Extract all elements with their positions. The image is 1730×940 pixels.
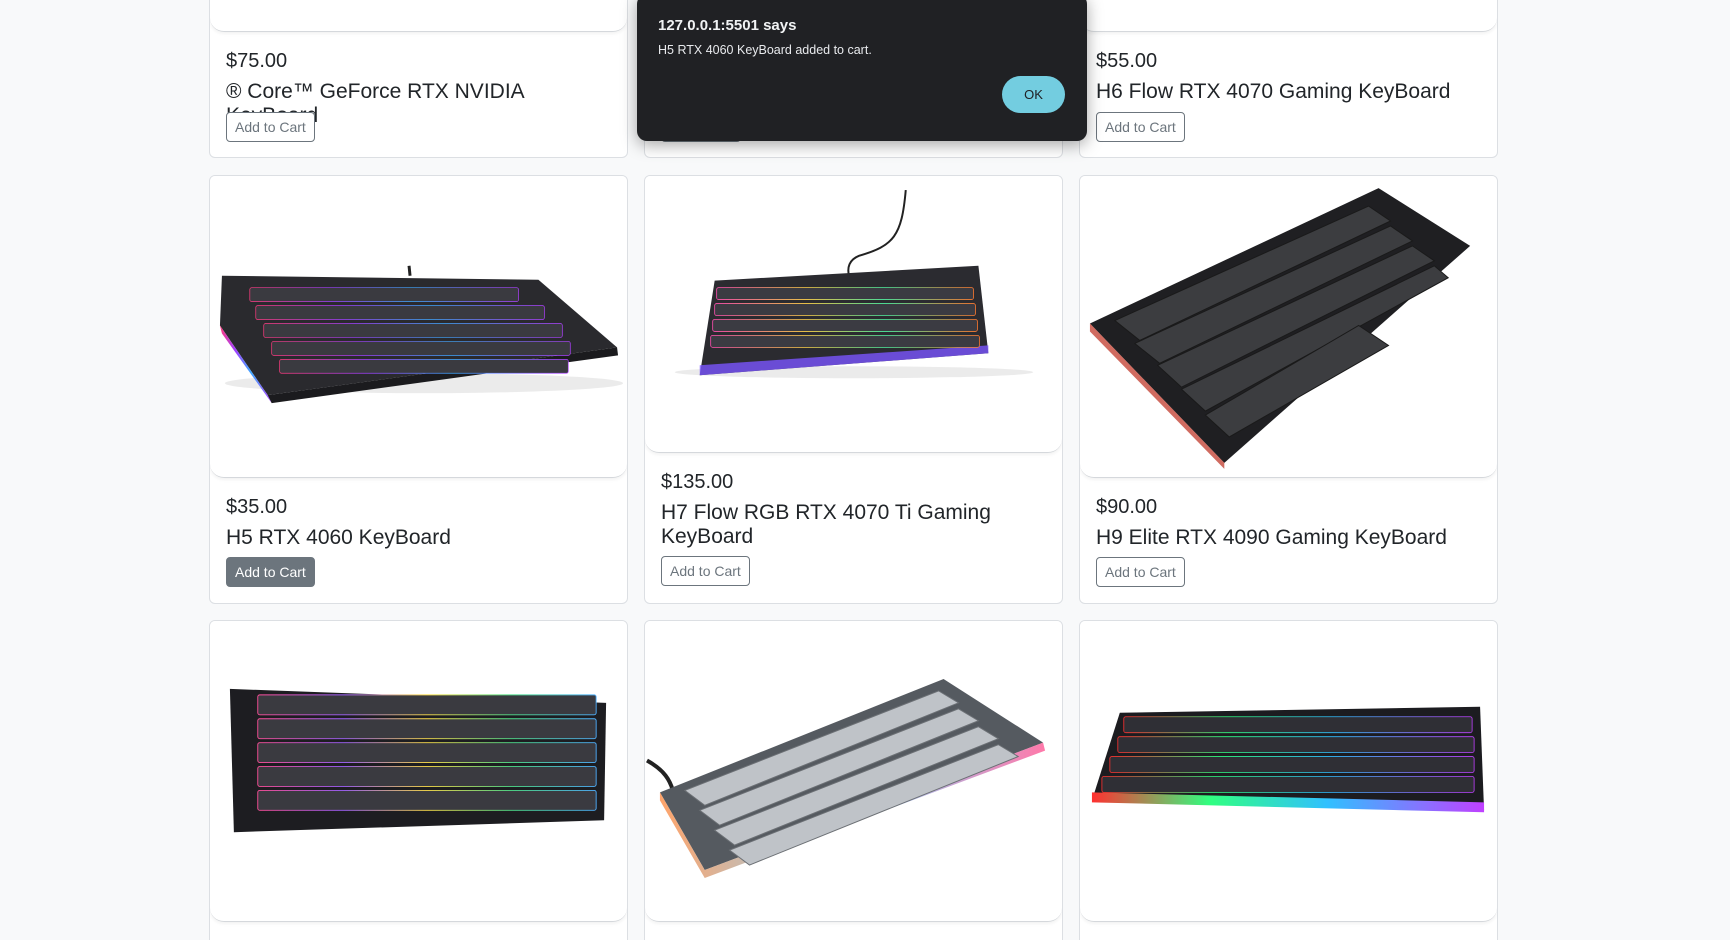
product-card (209, 620, 628, 940)
add-to-cart-button[interactable]: Add to Cart (226, 112, 315, 142)
product-page: $75.00 ® Core™ GeForce RTX NVIDIA KeyBoa… (0, 0, 1730, 940)
add-to-cart-button[interactable]: Add to Cart (226, 557, 315, 587)
add-to-cart-button[interactable]: Add to Cart (1096, 112, 1185, 142)
keyboard-60-percent-rgb-image (229, 688, 607, 833)
product-name: H5 RTX 4060 KeyBoard (226, 526, 451, 549)
alert-dialog: 127.0.0.1:5501 says H5 RTX 4060 KeyBoard… (637, 0, 1087, 141)
product-card (1079, 620, 1498, 940)
add-to-cart-button[interactable]: Add to Cart (661, 556, 750, 586)
add-to-cart-button[interactable]: Add to Cart (1096, 557, 1185, 587)
product-image[interactable] (1080, 621, 1497, 922)
product-name: H9 Elite RTX 4090 Gaming KeyBoard (1096, 526, 1447, 549)
product-card: $55.00 H6 Flow RTX 4070 Gaming KeyBoard … (1079, 0, 1498, 158)
product-price: $90.00 (1096, 496, 1158, 518)
keyboard-compact-gray-image (646, 678, 1046, 878)
product-name: H7 Flow RGB RTX 4070 Ti Gaming KeyBoard (661, 501, 991, 548)
product-price: $55.00 (1096, 50, 1158, 72)
product-price: $35.00 (226, 496, 288, 518)
keyboard-full-size-rgb-image (219, 265, 624, 404)
product-price: $135.00 (661, 471, 734, 493)
product-image[interactable] (645, 176, 1062, 453)
ok-button[interactable]: OK (1002, 76, 1065, 113)
product-price: $75.00 (226, 50, 288, 72)
dialog-message: H5 RTX 4060 KeyBoard added to cart. (658, 43, 872, 57)
product-card: $35.00 H5 RTX 4060 KeyBoard Add to Cart (209, 175, 628, 604)
product-card: $135.00 H7 Flow RGB RTX 4070 Ti Gaming K… (644, 175, 1063, 604)
keyboard-tkl-rgb-cable-image (674, 190, 1034, 379)
dialog-title: 127.0.0.1:5501 says (658, 17, 797, 34)
product-card: $90.00 H9 Elite RTX 4090 Gaming KeyBoard… (1079, 175, 1498, 604)
product-image[interactable] (210, 621, 627, 922)
product-image (1080, 0, 1497, 32)
keyboard-60-percent-image (1089, 188, 1471, 469)
product-image[interactable] (1080, 176, 1497, 478)
product-image[interactable] (645, 621, 1062, 922)
product-card (644, 620, 1063, 940)
keyboard-60-percent-rgb-side-image (1091, 706, 1485, 813)
product-image[interactable] (210, 176, 627, 478)
product-card: $75.00 ® Core™ GeForce RTX NVIDIA KeyBoa… (209, 0, 628, 158)
product-image (210, 0, 627, 32)
product-name: H6 Flow RTX 4070 Gaming KeyBoard (1096, 80, 1451, 103)
